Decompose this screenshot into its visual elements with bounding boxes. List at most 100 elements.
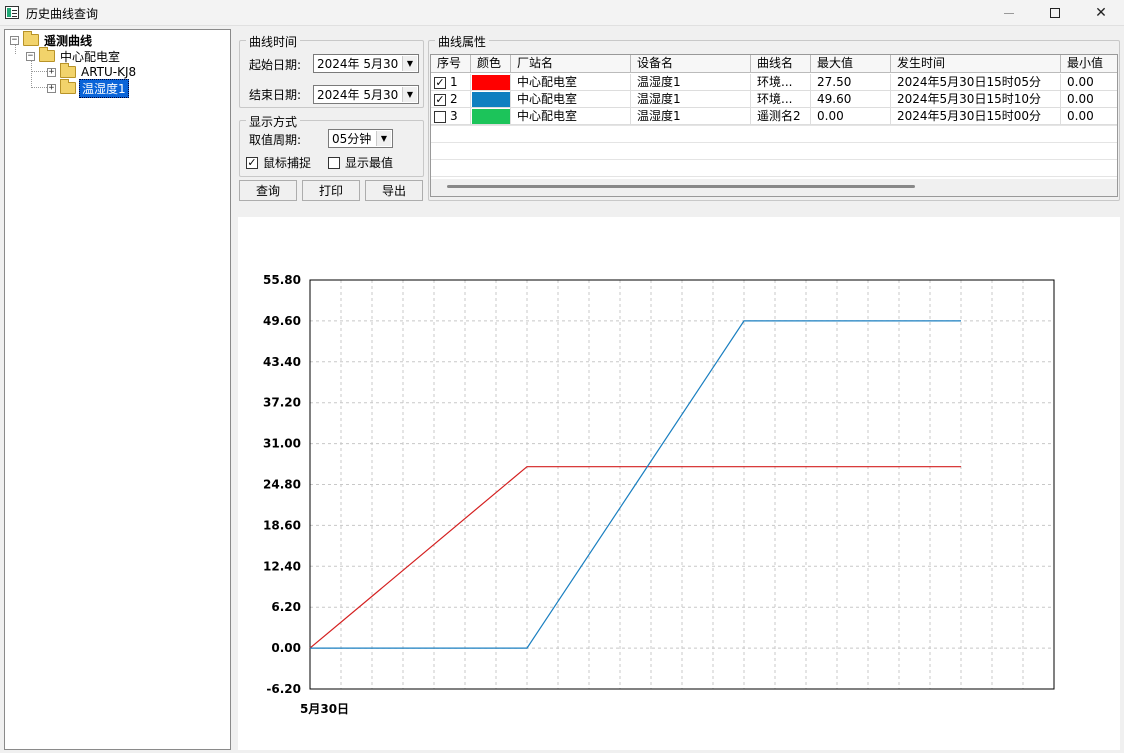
collapse-icon[interactable]: − bbox=[26, 51, 35, 61]
minimize-icon bbox=[1004, 12, 1014, 14]
row-device-cell[interactable]: 温湿度1 bbox=[631, 108, 751, 125]
row-station-cell[interactable]: 中心配电室 bbox=[511, 91, 631, 108]
history-chart[interactable]: 55.80 49.60 43.40 37.20 31.00 24.80 18.60 12.40… bbox=[238, 217, 1120, 750]
query-button[interactable]: 查询 bbox=[239, 180, 297, 201]
tree-label-station: 中心配电室 bbox=[60, 49, 121, 64]
export-button[interactable]: 导出 bbox=[365, 180, 423, 201]
row-curve-cell[interactable]: 环境... bbox=[751, 74, 811, 91]
row-index: 3 bbox=[450, 109, 458, 123]
row-visible-checkbox[interactable] bbox=[434, 110, 446, 123]
display-mode-title: 显示方式 bbox=[246, 113, 301, 130]
color-swatch[interactable] bbox=[472, 109, 510, 124]
row-max-cell[interactable]: 49.60 bbox=[811, 91, 891, 108]
row-index: 2 bbox=[450, 92, 458, 106]
end-date-label: 结束日期: bbox=[249, 88, 302, 102]
y-tick-label: 37.20 bbox=[263, 396, 301, 410]
start-date-value: 2024年 5月30 bbox=[317, 57, 399, 71]
col-header-max[interactable]: 最大值 bbox=[811, 55, 891, 73]
tree-label-device: ARTU-KJ8 bbox=[81, 65, 137, 79]
maximize-icon bbox=[1050, 8, 1060, 18]
dropdown-arrow-icon[interactable]: ▼ bbox=[402, 87, 417, 102]
row-index: 1 bbox=[450, 75, 458, 89]
collapse-icon[interactable]: − bbox=[10, 35, 19, 45]
folder-open-icon bbox=[60, 79, 76, 94]
scrollbar-thumb[interactable] bbox=[447, 185, 915, 188]
close-button[interactable]: ✕ bbox=[1078, 0, 1124, 26]
chart-area: 55.80 49.60 43.40 37.20 31.00 24.80 18.60 12.40… bbox=[238, 217, 1120, 750]
folder-open-icon bbox=[39, 47, 55, 62]
col-header-color[interactable]: 颜色 bbox=[471, 55, 511, 73]
dropdown-arrow-icon[interactable]: ▼ bbox=[402, 56, 417, 71]
y-tick-label: 12.40 bbox=[263, 559, 301, 573]
row-curve-cell[interactable]: 环境... bbox=[751, 91, 811, 108]
title-bar: 历史曲线查询 ✕ bbox=[0, 0, 1124, 26]
row-index-cell[interactable]: ✓ 1 bbox=[431, 74, 471, 91]
period-label: 取值周期: bbox=[249, 133, 302, 147]
end-date-value: 2024年 5月30 bbox=[317, 88, 399, 102]
mouse-capture-label: 鼠标捕捉 bbox=[263, 156, 312, 170]
y-tick-label: 49.60 bbox=[263, 314, 301, 328]
col-header-time[interactable]: 发生时间 bbox=[891, 55, 1061, 73]
col-header-device[interactable]: 设备名 bbox=[631, 55, 751, 73]
col-header-min[interactable]: 最小值 bbox=[1061, 55, 1117, 73]
row-station-cell[interactable]: 中心配电室 bbox=[511, 108, 631, 125]
row-min-cell[interactable]: 0.00 bbox=[1061, 91, 1117, 108]
row-color-cell[interactable] bbox=[471, 91, 511, 108]
close-icon: ✕ bbox=[1095, 5, 1107, 21]
start-date-label: 起始日期: bbox=[249, 58, 302, 72]
row-max-cell[interactable]: 27.50 bbox=[811, 74, 891, 91]
row-visible-checkbox[interactable]: ✓ bbox=[434, 93, 446, 106]
row-visible-checkbox[interactable]: ✓ bbox=[434, 76, 446, 89]
curve-time-title: 曲线时间 bbox=[246, 33, 301, 50]
minimize-button[interactable] bbox=[986, 0, 1032, 26]
row-min-cell[interactable]: 0.00 bbox=[1061, 108, 1117, 125]
expand-icon[interactable]: + bbox=[47, 67, 56, 77]
row-min-cell[interactable]: 0.00 bbox=[1061, 74, 1117, 91]
y-tick-label: 31.00 bbox=[263, 437, 301, 451]
end-date-picker[interactable]: 2024年 5月30 ▼ bbox=[313, 85, 419, 104]
row-index-cell[interactable]: 3 bbox=[431, 108, 471, 125]
mouse-capture-option[interactable]: ✓ 鼠标捕捉 bbox=[246, 154, 311, 171]
color-swatch[interactable] bbox=[472, 92, 510, 107]
app-icon bbox=[5, 6, 19, 19]
show-extreme-checkbox[interactable] bbox=[328, 156, 340, 169]
maximize-button[interactable] bbox=[1032, 0, 1078, 26]
dropdown-arrow-icon[interactable]: ▼ bbox=[376, 131, 391, 146]
row-max-cell[interactable]: 0.00 bbox=[811, 108, 891, 125]
show-extreme-label: 显示最值 bbox=[345, 156, 394, 170]
tree-node-root[interactable]: − 遥测曲线 bbox=[10, 31, 94, 48]
col-header-station[interactable]: 厂站名 bbox=[511, 55, 631, 73]
expand-icon[interactable]: + bbox=[47, 83, 56, 93]
col-header-index[interactable]: 序号 bbox=[431, 55, 471, 73]
row-curve-cell[interactable]: 遥测名2 bbox=[751, 108, 811, 125]
y-tick-label: -6.20 bbox=[266, 682, 301, 696]
table-horizontal-scrollbar[interactable] bbox=[431, 179, 1117, 196]
x-axis-date-label: 5月30日 bbox=[300, 702, 349, 716]
row-time-cell[interactable]: 2024年5月30日15时05分 bbox=[891, 74, 1061, 91]
series-line-1[interactable] bbox=[309, 466, 961, 649]
device-tree: − 遥测曲线 − 中心配电室 + ARTU-KJ8 + 温湿度1 bbox=[4, 29, 231, 750]
row-color-cell[interactable] bbox=[471, 74, 511, 91]
y-tick-label: 24.80 bbox=[263, 478, 301, 492]
y-tick-label: 43.40 bbox=[263, 355, 301, 369]
row-station-cell[interactable]: 中心配电室 bbox=[511, 74, 631, 91]
show-extreme-option[interactable]: 显示最值 bbox=[328, 154, 393, 171]
row-color-cell[interactable] bbox=[471, 108, 511, 125]
col-header-curve[interactable]: 曲线名 bbox=[751, 55, 811, 73]
tree-node-device-selected[interactable]: + 温湿度1 bbox=[47, 78, 129, 98]
folder-icon bbox=[60, 63, 76, 78]
row-time-cell[interactable]: 2024年5月30日15时00分 bbox=[891, 108, 1061, 125]
period-select[interactable]: 05分钟 ▼ bbox=[328, 129, 393, 148]
row-device-cell[interactable]: 温湿度1 bbox=[631, 91, 751, 108]
tree-node-station[interactable]: − 中心配电室 bbox=[26, 47, 122, 64]
row-time-cell[interactable]: 2024年5月30日15时10分 bbox=[891, 91, 1061, 108]
folder-open-icon bbox=[23, 31, 39, 46]
start-date-picker[interactable]: 2024年 5月30 ▼ bbox=[313, 54, 419, 73]
tree-label-device-selected: 温湿度1 bbox=[79, 78, 129, 98]
print-button[interactable]: 打印 bbox=[302, 180, 360, 201]
row-index-cell[interactable]: ✓ 2 bbox=[431, 91, 471, 108]
row-device-cell[interactable]: 温湿度1 bbox=[631, 74, 751, 91]
color-swatch[interactable] bbox=[472, 75, 510, 90]
mouse-capture-checkbox[interactable]: ✓ bbox=[246, 156, 258, 169]
y-tick-label: 0.00 bbox=[271, 641, 301, 655]
